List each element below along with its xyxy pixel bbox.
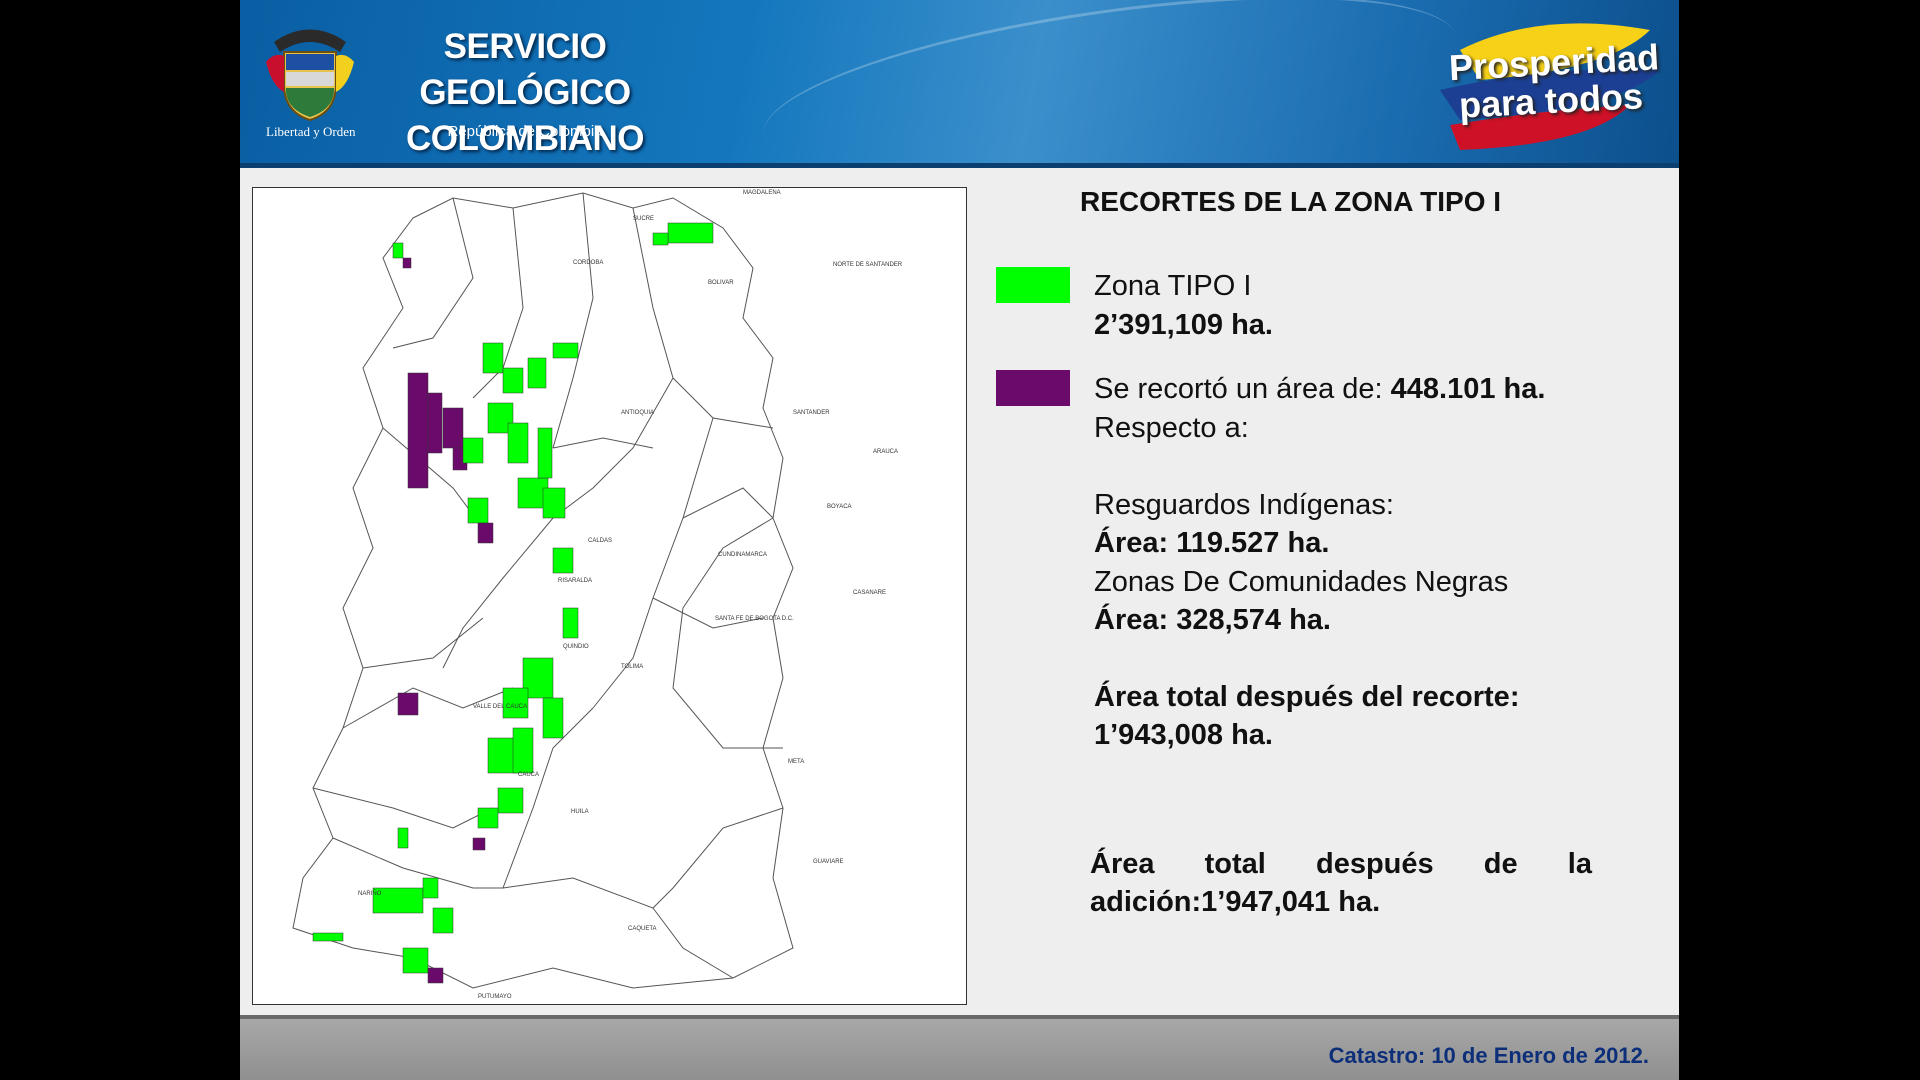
zona-tipo-patch — [527, 357, 547, 389]
map-department-label: MAGDALENA — [743, 190, 781, 196]
zona-tipo-area: 2’391,109 ha. — [1094, 309, 1273, 341]
map-department-label: CAQUETA — [628, 926, 657, 932]
map-department-label: META — [788, 759, 804, 765]
republic-subtitle: República de Colombia — [447, 123, 603, 140]
map-department-label: HUILA — [571, 809, 589, 815]
zona-tipo-patch — [422, 877, 439, 899]
map-department-label: CASANARE — [853, 590, 886, 596]
zona-tipo-patch — [652, 232, 669, 246]
map-department-label: ARAUCA — [873, 449, 898, 455]
recorte-legend-swatch — [996, 370, 1070, 406]
recorte-patch — [397, 692, 419, 716]
zona-tipo-patch — [667, 222, 714, 244]
zona-tipo-patch — [542, 697, 564, 739]
map-department-label: NARIÑO — [358, 890, 382, 897]
comunidades-area: Área: 328,574 ha. — [1094, 604, 1331, 636]
header-swoosh — [752, 0, 1468, 211]
header-banner: Libertad y Orden SERVICIO GEOLÓGICO COLO… — [240, 0, 1679, 211]
zona-tipo-patch — [432, 907, 454, 934]
organization-name: SERVICIO GEOLÓGICO COLOMBIANO — [375, 24, 675, 162]
recorte-patch — [442, 407, 464, 449]
zona-tipo-patch — [502, 687, 529, 719]
zona-tipo-patch — [392, 242, 404, 259]
map-department-label: CAUCA — [518, 772, 539, 778]
motto-text: Libertad y Orden — [266, 124, 356, 139]
slogan-logo: Prosperidad para todos — [1448, 36, 1660, 125]
coat-of-arms-icon — [266, 29, 354, 122]
zona-tipo-patch — [402, 947, 429, 974]
map-department-label: CUNDINAMARCA — [718, 552, 767, 558]
zona-tipo-patch — [537, 427, 553, 479]
total-adicion-text: Área total después de la adición:1’947,0… — [1090, 848, 1592, 918]
zona-tipo-patch — [397, 827, 409, 849]
map-department-label: BOLIVAR — [708, 280, 734, 286]
total-recorte-label: Área total después del recorte: — [1094, 681, 1520, 713]
respecto-label: Respecto a: — [1094, 412, 1249, 444]
comunidades-label: Zonas De Comunidades Negras — [1094, 566, 1509, 598]
zona-tipo-patch — [497, 787, 524, 814]
map-department-label: VALLE DEL CAUCA — [473, 704, 527, 710]
recorte-patch — [402, 257, 412, 269]
recorte-patch — [427, 392, 443, 454]
zona-tipo-patch — [552, 342, 579, 359]
map-department-label: PUTUMAYO — [478, 994, 512, 1000]
recorte-prefix: Se recortó un área de: — [1094, 373, 1391, 405]
recorte-line: Se recortó un área de: 448.101 ha. — [1094, 373, 1545, 406]
zona-tipo-patch — [512, 727, 534, 774]
footer-bar: Catastro: 10 de Enero de 2012. — [240, 1015, 1679, 1080]
zona-tipo-patch — [312, 932, 344, 942]
recorte-patch — [427, 967, 444, 984]
zona-tipo-patch — [462, 437, 484, 464]
map-department-label: ANTIOQUIA — [621, 410, 654, 416]
total-recorte-value: 1’943,008 ha. — [1094, 719, 1273, 751]
footer-date: Catastro: 10 de Enero de 2012. — [1328, 1043, 1649, 1068]
map-department-label: CORDOBA — [573, 260, 603, 266]
zona-tipo-label: Zona TIPO I — [1094, 270, 1252, 302]
map-department-label: RISARALDA — [558, 578, 592, 584]
zona-tipo-patch — [467, 497, 489, 524]
zona-tipo-legend-swatch — [996, 267, 1070, 303]
map-department-label: QUINDIO — [563, 644, 589, 650]
map-department-label: SANTA FE DE BOGOTA D.C. — [715, 616, 794, 622]
zona-tipo-patch — [542, 487, 566, 519]
organization-name-line1: SERVICIO GEOLÓGICO — [419, 27, 631, 112]
recorte-patch — [407, 372, 429, 489]
map-department-label: TOLIMA — [621, 664, 643, 670]
map-department-label: CALDAS — [588, 538, 612, 544]
colombia-zone-map: MAGDALENA SUCRE CORDOBA BOLIVAR NORTE DE SAN… — [252, 187, 967, 1005]
zona-tipo-patch — [477, 807, 499, 829]
map-department-label: SANTANDER — [793, 410, 830, 416]
zona-tipo-patch — [552, 547, 574, 574]
resguardos-label: Resguardos Indígenas: — [1094, 489, 1394, 521]
slide: Libertad y Orden SERVICIO GEOLÓGICO COLO… — [240, 0, 1679, 1080]
zona-tipo-patch — [507, 422, 529, 464]
zona-tipo-patch — [482, 342, 504, 374]
recorte-patch — [472, 837, 486, 851]
resguardos-area: Área: 119.527 ha. — [1094, 527, 1330, 559]
zona-tipo-patch — [502, 367, 524, 394]
recorte-patch — [477, 522, 494, 544]
map-department-label: GUAVIARE — [813, 859, 844, 865]
map-department-label: NORTE DE SANTANDER — [833, 262, 903, 268]
zona-tipo-patch — [562, 607, 579, 639]
slide-title: RECORTES DE LA ZONA TIPO I — [1080, 186, 1502, 217]
recorte-value: 448.101 ha. — [1390, 373, 1546, 405]
map-department-label: SUCRE — [633, 216, 654, 222]
map-department-label: BOYACA — [827, 504, 852, 510]
